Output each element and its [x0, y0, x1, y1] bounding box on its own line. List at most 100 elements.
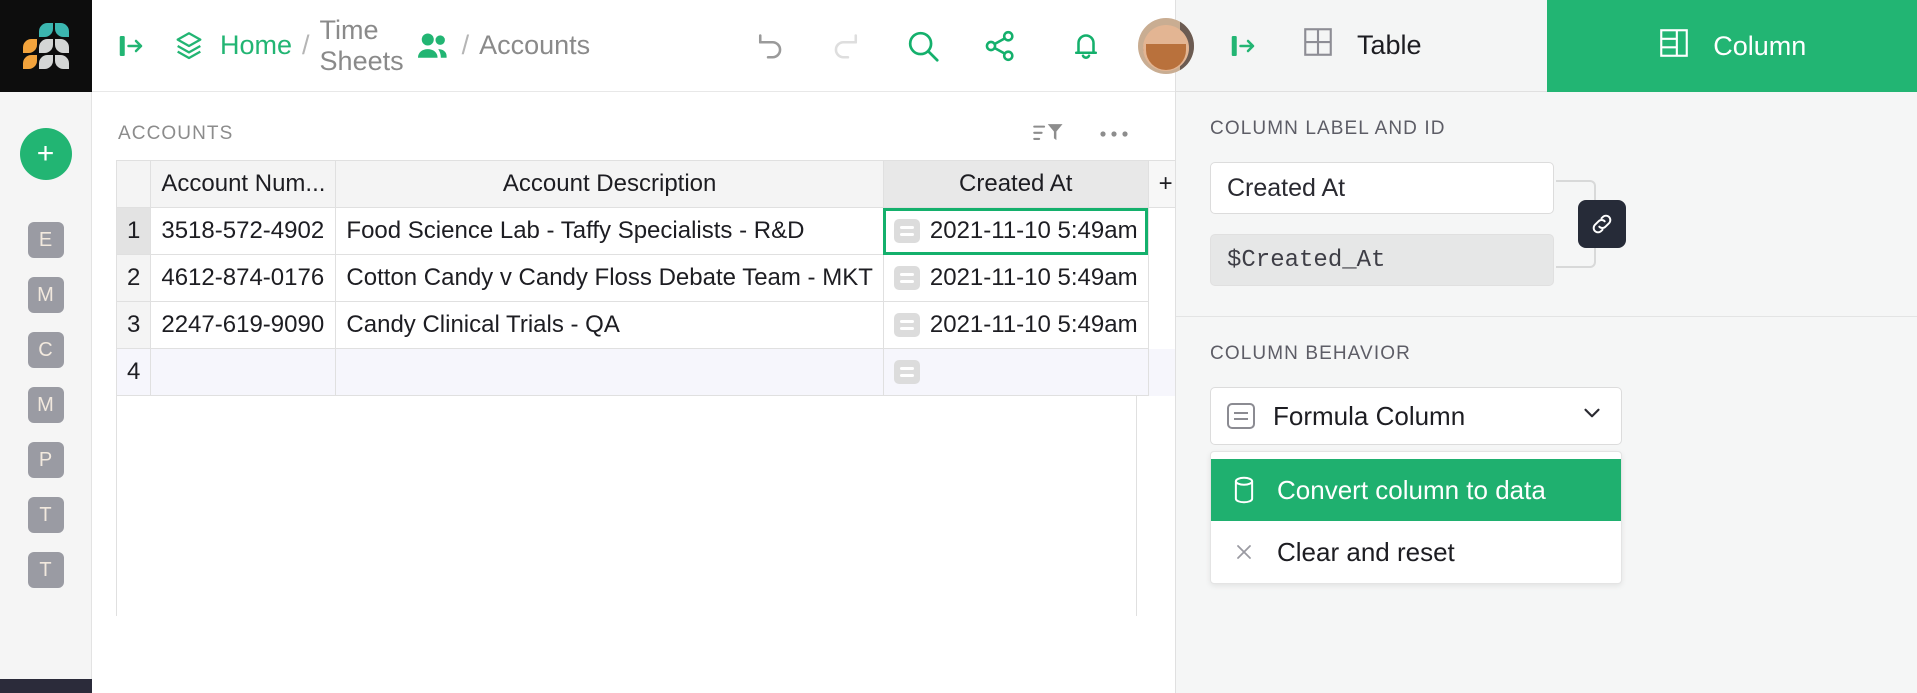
rail-tile-t2[interactable]: T: [28, 552, 64, 588]
logo-petal-grid: [23, 23, 69, 69]
table-header: Account Num... Account Description Creat…: [116, 161, 1175, 208]
avatar[interactable]: [1138, 18, 1194, 74]
formula-cell-icon: [894, 313, 920, 337]
cell-created-at-text: 2021-11-10 5:49am: [930, 264, 1138, 292]
row-number: 2: [117, 255, 151, 302]
rail-tile-m1[interactable]: M: [28, 277, 64, 313]
rail-tile-p[interactable]: P: [28, 442, 64, 478]
column-behavior-section: COLUMN BEHAVIOR Formula Column: [1176, 316, 1917, 614]
panel-collapse-icon[interactable]: [116, 31, 146, 61]
row-number: 1: [117, 208, 151, 255]
menu-item-clear-label: Clear and reset: [1277, 537, 1455, 568]
main-column: Home / Time Sheets / Accounts: [92, 0, 1175, 693]
redo-icon[interactable]: [828, 28, 864, 64]
share-icon[interactable]: [982, 28, 1018, 64]
sheet-title: ACCOUNTS: [118, 123, 233, 145]
breadcrumb: Home / Time Sheets / Accounts: [220, 15, 590, 77]
column-header-rownum: [117, 161, 151, 208]
cell-created-at[interactable]: 2021-11-10 5:49am: [883, 255, 1148, 302]
column-behavior-menu: Convert column to data Clear and reset: [1210, 451, 1622, 584]
column-header-account-description[interactable]: Account Description: [336, 161, 883, 208]
menu-item-convert-label: Convert column to data: [1277, 475, 1546, 506]
top-toolbar: [752, 27, 1018, 65]
column-label-heading: COLUMN LABEL AND ID: [1210, 118, 1883, 140]
row-tail: [1148, 208, 1175, 255]
app-root: + E M C M P T T: [0, 0, 1917, 693]
cell-account-description[interactable]: Food Science Lab - Taffy Specialists - R…: [336, 208, 883, 255]
link-icon[interactable]: [1578, 200, 1626, 248]
table-body: 1 3518-572-4902 Food Science Lab - Taffy…: [116, 208, 1175, 396]
panel-tab-bar: Table Column: [1176, 0, 1917, 92]
breadcrumb-home[interactable]: Home: [220, 30, 292, 61]
breadcrumb-current: Accounts: [479, 30, 590, 61]
sheet-header: ACCOUNTS: [92, 92, 1175, 160]
bell-icon[interactable]: [1068, 28, 1104, 64]
add-column-button[interactable]: +: [1148, 161, 1175, 208]
menu-item-clear-and-reset[interactable]: Clear and reset: [1211, 521, 1621, 583]
layers-icon[interactable]: [172, 29, 206, 63]
table-row[interactable]: 1 3518-572-4902 Food Science Lab - Taffy…: [116, 208, 1175, 255]
app-logo[interactable]: [0, 0, 92, 92]
formula-cell-icon: [894, 360, 920, 384]
table-row[interactable]: 2 4612-874-0176 Cotton Candy v Candy Flo…: [116, 255, 1175, 302]
rail-tile-m2[interactable]: M: [28, 387, 64, 423]
column-label-field-row: $Created_At: [1210, 162, 1883, 286]
cell-account-number[interactable]: 3518-572-4902: [151, 208, 336, 255]
breadcrumb-separator-2: /: [462, 30, 470, 61]
table-row[interactable]: 3 2247-619-9090 Candy Clinical Trials - …: [116, 302, 1175, 349]
rail-tile-list: E M C M P T T: [28, 222, 64, 588]
formula-cell-icon: [894, 219, 920, 243]
column-header-account-number[interactable]: Account Num...: [151, 161, 336, 208]
cell-created-at[interactable]: [883, 349, 1148, 396]
breadcrumb-time-sheets[interactable]: Time Sheets: [320, 15, 404, 77]
cell-account-description[interactable]: Candy Clinical Trials - QA: [336, 302, 883, 349]
column-icon: [1657, 26, 1691, 67]
sheet-area: ACCOUNTS: [92, 92, 1175, 693]
cell-account-description[interactable]: [336, 349, 883, 396]
cell-created-at-text: 2021-11-10 5:49am: [930, 217, 1138, 245]
search-icon[interactable]: [904, 27, 942, 65]
rail-footer-bar: [0, 679, 92, 693]
column-behavior-heading: COLUMN BEHAVIOR: [1210, 343, 1883, 365]
cell-account-number[interactable]: [151, 349, 336, 396]
row-number: 3: [117, 302, 151, 349]
sort-filter-icon[interactable]: [1033, 120, 1065, 148]
rail-tile-e[interactable]: E: [28, 222, 64, 258]
rail-tile-c[interactable]: C: [28, 332, 64, 368]
breadcrumb-separator-1: /: [302, 30, 310, 61]
more-options-icon[interactable]: [1099, 129, 1129, 139]
grid-empty-area: [116, 396, 1137, 616]
panel-body: COLUMN LABEL AND ID $Created_At COLUMN B…: [1176, 92, 1917, 693]
row-tail: [1148, 255, 1175, 302]
column-label-input[interactable]: [1210, 162, 1554, 214]
table-row-new[interactable]: 4: [116, 349, 1175, 396]
panel-expand-icon[interactable]: [1228, 31, 1258, 61]
cell-account-number[interactable]: 2247-619-9090: [151, 302, 336, 349]
tab-table-label: Table: [1357, 30, 1422, 61]
cell-created-at-selected[interactable]: 2021-11-10 5:49am: [883, 208, 1148, 255]
column-header-created-at[interactable]: Created At: [883, 161, 1148, 208]
cell-created-at-text: 2021-11-10 5:49am: [930, 311, 1138, 339]
formula-cell-icon: [894, 266, 920, 290]
table-header-row: Account Num... Account Description Creat…: [116, 161, 1175, 208]
right-panel: Table Column COLUMN LABEL AND ID $Create…: [1175, 0, 1917, 693]
cell-created-at[interactable]: 2021-11-10 5:49am: [883, 302, 1148, 349]
row-tail: [1148, 302, 1175, 349]
column-label-section: COLUMN LABEL AND ID $Created_At: [1176, 92, 1917, 316]
cell-account-number[interactable]: 4612-874-0176: [151, 255, 336, 302]
tab-column[interactable]: Column: [1547, 0, 1917, 92]
formula-column-icon: [1227, 403, 1255, 429]
column-behavior-select-value: Formula Column: [1273, 401, 1465, 432]
chevron-down-icon: [1579, 400, 1605, 433]
accounts-table: Account Num... Account Description Creat…: [116, 160, 1175, 396]
row-tail: [1148, 349, 1175, 396]
top-bar: Home / Time Sheets / Accounts: [92, 0, 1175, 92]
menu-item-convert-column-to-data[interactable]: Convert column to data: [1211, 459, 1621, 521]
table-grid-icon: [1301, 25, 1335, 66]
column-behavior-select[interactable]: Formula Column: [1210, 387, 1622, 445]
cell-account-description[interactable]: Cotton Candy v Candy Floss Debate Team -…: [336, 255, 883, 302]
rail-tile-t1[interactable]: T: [28, 497, 64, 533]
undo-icon[interactable]: [752, 28, 788, 64]
database-icon: [1231, 475, 1257, 505]
add-new-button[interactable]: +: [20, 128, 72, 180]
